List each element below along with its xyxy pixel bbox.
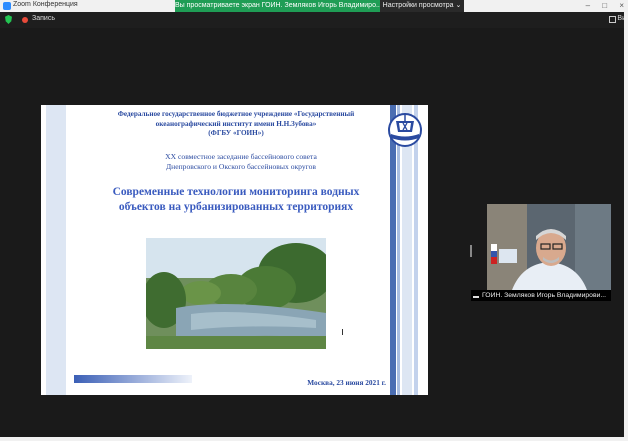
participant-name-tag: ГОИН. Земляков Игорь Владимирови... (471, 290, 611, 301)
zoom-app-icon (3, 2, 11, 10)
shield-icon[interactable] (5, 15, 12, 24)
title-line: объектов на урбанизированных территориях (118, 200, 354, 213)
mouse-cursor-icon (342, 329, 347, 335)
maximize-button[interactable]: □ (602, 1, 607, 10)
participant-name: ГОИН. Земляков Игорь Владимирови... (482, 292, 607, 299)
signal-bars-icon (473, 290, 479, 298)
window-title: Zoom Конференция (13, 1, 78, 8)
recording-label[interactable]: Запись (32, 15, 55, 22)
meeting-top-toolbar: Запись Ви (0, 12, 628, 28)
organization-name: Федеральное государственное бюджетное уч… (86, 110, 386, 139)
record-dot-icon (22, 17, 28, 23)
participant-video-thumbnail[interactable] (487, 204, 611, 290)
grid-icon[interactable] (609, 16, 616, 23)
window-titlebar: Zoom Конференция Вы просматриваете экран… (0, 0, 628, 12)
minimize-button[interactable]: – (586, 1, 590, 10)
org-line: океанографический институт имени Н.Н.Зуб… (155, 119, 317, 128)
participant-video-frame (487, 204, 611, 290)
meeting-line: XX совместное заседание бассейнового сов… (165, 152, 317, 161)
slide-date: Москва, 23 июня 2021 г. (307, 378, 386, 387)
river-photo (146, 238, 326, 349)
shared-screen-slide: Федеральное государственное бюджетное уч… (41, 105, 428, 395)
slide-bottom-gradient-bar (74, 375, 192, 383)
view-options-button[interactable]: Настройки просмотра ⌄ (380, 0, 464, 12)
window-controls: – □ × (576, 1, 624, 10)
meeting-line: Днепровского и Окского бассейновых округ… (166, 162, 316, 172)
org-line: (ФГБУ «ГОИН») (208, 129, 264, 138)
close-button[interactable]: × (619, 1, 624, 10)
screen-share-banner: Вы просматриваете экран ГОИН. Земляков И… (175, 0, 380, 12)
horizontal-scrollbar[interactable] (0, 437, 628, 441)
title-line: Современные технологии мониторинга водны… (112, 186, 360, 198)
slide-left-stripe (46, 105, 66, 395)
org-line: Федеральное государственное бюджетное уч… (117, 110, 355, 118)
vertical-scrollbar[interactable] (624, 12, 628, 441)
goin-logo-icon (388, 113, 422, 147)
panel-resize-handle[interactable] (470, 245, 472, 257)
meeting-subtitle: XX совместное заседание бассейнового сов… (136, 152, 346, 173)
presentation-title: Современные технологии мониторинга водны… (101, 185, 371, 215)
